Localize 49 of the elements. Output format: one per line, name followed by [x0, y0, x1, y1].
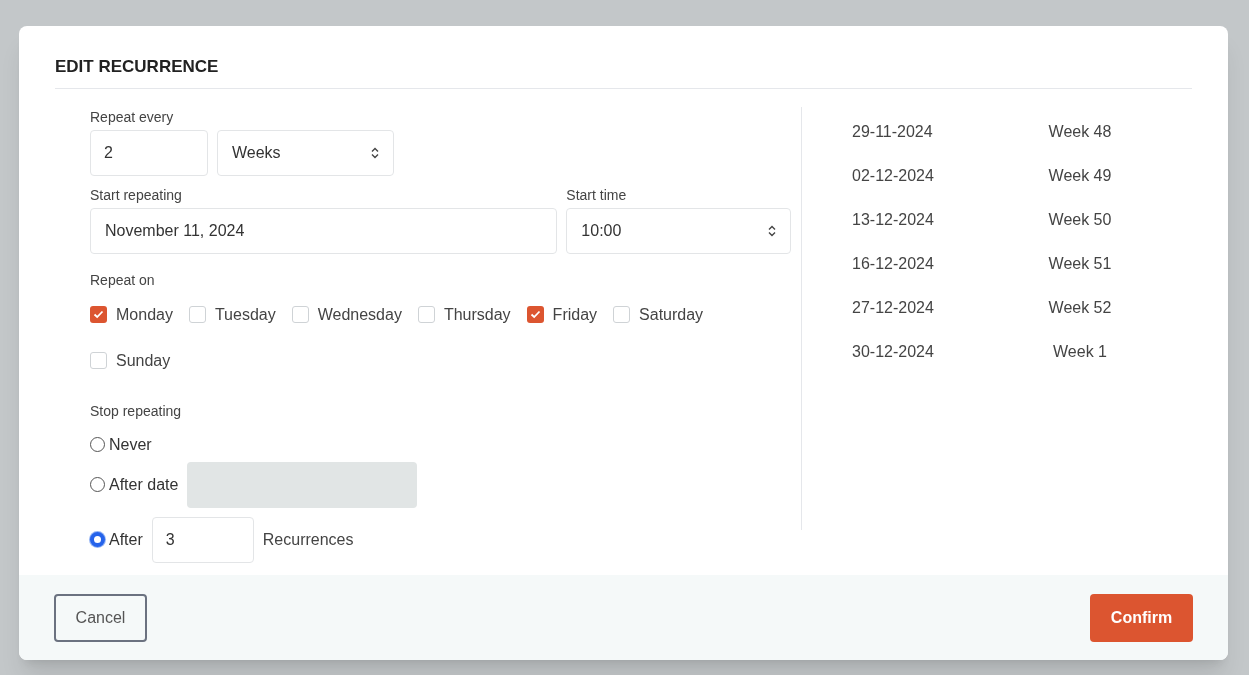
field-label: Stop repeating	[90, 401, 183, 421]
occurrence-date: 30-12-2024	[852, 341, 935, 362]
radio-label: After	[109, 529, 143, 550]
number-field[interactable]: 2	[90, 129, 208, 176]
checkbox[interactable]	[417, 306, 435, 323]
week-number: Week 49	[1047, 165, 1113, 186]
confirm-button[interactable]: Confirm	[1090, 593, 1193, 642]
checkbox-label: Monday	[116, 304, 173, 325]
week-number: Week 48	[1047, 121, 1113, 142]
occurrence-date: 27-12-2024	[852, 297, 935, 318]
occurrence-date: 16-12-2024	[852, 253, 935, 274]
checkbox-label: Friday	[552, 304, 598, 325]
check-icon	[93, 310, 104, 319]
checkbox-label: Sunday	[116, 350, 171, 371]
field-label: Repeat on	[90, 270, 156, 290]
count-field[interactable]: 3	[151, 516, 254, 563]
occurrence-date: 29-11-2024	[852, 121, 934, 142]
week-number: Week 51	[1047, 253, 1113, 274]
checkbox-label: Wednesday	[317, 304, 402, 325]
unit-select[interactable]: Weeks	[217, 129, 394, 176]
time-select[interactable]: 10:00	[566, 207, 791, 254]
week-number: Week 52	[1047, 297, 1113, 318]
field-label: Start time	[566, 185, 628, 205]
checkbox[interactable]	[613, 306, 631, 323]
checkbox[interactable]	[291, 306, 309, 323]
checkbox-label: Thursday	[443, 304, 511, 325]
checkbox-label: Tuesday	[214, 304, 276, 325]
field-label: Start repeating	[90, 185, 183, 205]
cancel-button[interactable]: Cancel	[54, 593, 147, 642]
date-field[interactable]: November 11, 2024	[90, 207, 558, 254]
checkbox[interactable]	[188, 306, 206, 323]
radio-button[interactable]	[90, 437, 105, 452]
spinner-icon	[371, 146, 379, 159]
week-number: Week 50	[1047, 209, 1113, 230]
check-icon	[529, 310, 541, 319]
field-label: Repeat every	[90, 107, 175, 127]
checkbox[interactable]	[90, 306, 107, 323]
checkbox-label: Saturday	[639, 304, 704, 325]
checkbox[interactable]	[526, 306, 544, 323]
radio-button[interactable]	[90, 532, 105, 547]
spinner-icon	[768, 224, 776, 237]
checkbox[interactable]	[90, 352, 107, 369]
occurrence-date: 13-12-2024	[852, 209, 935, 230]
radio-label: Never	[109, 434, 152, 455]
field-suffix: Recurrences	[262, 529, 354, 550]
radio-label: After date	[109, 474, 179, 495]
dialog-title: EDIT RECURRENCE	[55, 56, 220, 78]
occurrence-date: 02-12-2024	[852, 165, 935, 186]
week-number: Week 1	[1052, 341, 1108, 362]
